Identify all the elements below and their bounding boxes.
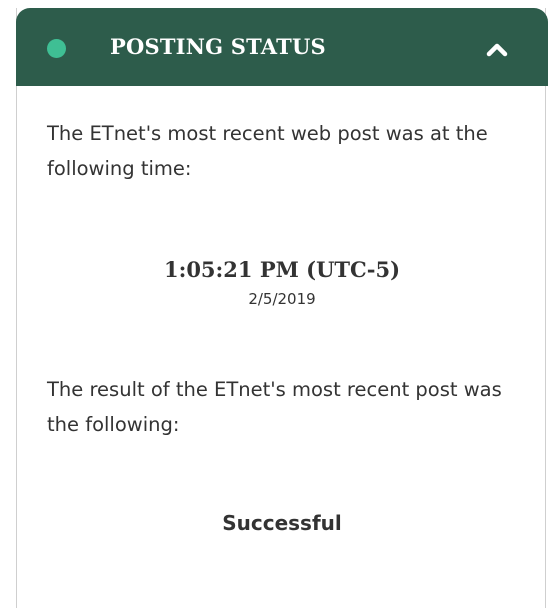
last-post-time: 1:05:21 PM (UTC-5): [163, 257, 401, 282]
panel-header: POSTING STATUS: [16, 8, 548, 86]
last-result-status: Successful: [222, 511, 342, 535]
chevron-up-icon: [486, 43, 508, 57]
status-indicator-icon: [47, 39, 66, 58]
panel-title: POSTING STATUS: [110, 34, 326, 59]
last-post-date: 2/5/2019: [248, 290, 316, 308]
last-post-description: The ETnet's most recent web post was at …: [47, 122, 488, 180]
last-result-description: The result of the ETnet's most recent po…: [47, 378, 502, 436]
collapse-button[interactable]: [480, 34, 514, 64]
posting-status-panel: POSTING STATUS The ETnet's most recent w…: [16, 8, 548, 608]
